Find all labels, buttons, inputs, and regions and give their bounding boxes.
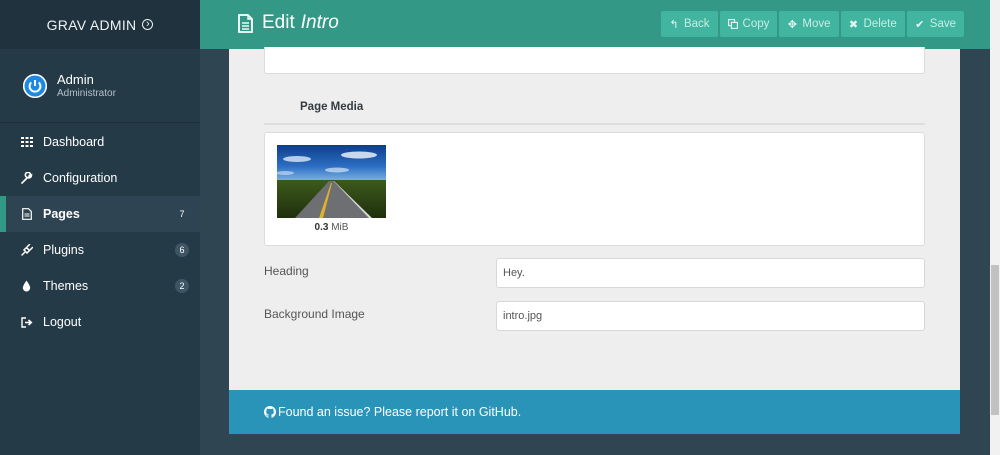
copy-label: Copy [742, 18, 770, 30]
footer: Found an issue? Please report it on GitH… [229, 390, 960, 434]
move-button[interactable]: ✥ Move [779, 11, 839, 37]
reply-icon: ↰ [669, 18, 679, 31]
sidebar-item-dashboard[interactable]: Dashboard [0, 124, 200, 160]
page-title: Edit Intro [238, 12, 339, 34]
sidebar-item-themes[interactable]: Themes 2 [0, 268, 200, 304]
media-file-size: 0.3 MiB [277, 222, 386, 233]
sidebar: GRAV ADMIN › Admin Administrator Dashboa… [0, 0, 200, 455]
title-prefix: Edit [262, 12, 295, 33]
toolbar: ↰ Back Copy ✥ Move ✖ Delete ✔ Save [660, 11, 964, 37]
save-button[interactable]: ✔ Save [906, 11, 964, 37]
background-image-label: Background Image [264, 307, 365, 321]
file-icon [20, 208, 33, 221]
sidebar-item-label: Logout [43, 315, 82, 329]
arrow-circle-icon: › [142, 19, 154, 30]
file-size-unit: MiB [331, 222, 349, 233]
sidebar-item-label: Configuration [43, 171, 118, 185]
power-avatar-icon [23, 73, 47, 98]
pages-count-badge: 7 [179, 209, 185, 219]
page-header: Edit Intro ↰ Back Copy ✥ Move ✖ Delete ✔… [200, 0, 1000, 49]
sign-out-icon [20, 316, 33, 329]
delete-button[interactable]: ✖ Delete [840, 11, 905, 37]
sidebar-item-pages[interactable]: Pages 7 [0, 196, 200, 232]
content-editor-bottom[interactable] [264, 47, 925, 74]
user-name: Admin [57, 71, 94, 87]
report-issue-link[interactable]: Found an issue? Please report it on GitH… [278, 405, 521, 419]
sidebar-item-configuration[interactable]: Configuration [0, 160, 200, 196]
grid-icon [20, 136, 33, 149]
file-text-icon [238, 13, 253, 33]
copy-icon [727, 19, 738, 29]
page-media-title: Page Media [300, 101, 364, 113]
file-size-value: 0.3 [314, 222, 329, 233]
copy-button[interactable]: Copy [719, 11, 778, 37]
save-label: Save [929, 18, 956, 30]
scrollbar-thumb[interactable] [991, 265, 999, 415]
media-dropzone[interactable]: 0.3 MiB [264, 132, 925, 246]
media-thumbnail[interactable] [277, 145, 386, 218]
sidebar-item-label: Pages [43, 207, 80, 221]
check-icon: ✔ [915, 18, 925, 31]
plug-icon [20, 244, 33, 257]
user-profile[interactable]: Admin Administrator [0, 49, 200, 123]
wrench-icon [20, 172, 33, 185]
arrows-icon: ✥ [787, 18, 798, 31]
user-role: Administrator [57, 87, 116, 99]
heading-input[interactable] [496, 258, 925, 288]
avatar [23, 73, 47, 98]
github-icon [264, 406, 276, 418]
road-image [277, 145, 386, 218]
sidebar-item-label: Plugins [43, 243, 84, 257]
tint-icon [20, 280, 33, 293]
delete-label: Delete [863, 18, 897, 30]
sidebar-nav: Dashboard Configuration Pages 7 Plugins … [0, 123, 200, 340]
divider [264, 123, 925, 125]
heading-label: Heading [264, 264, 309, 278]
themes-count-badge: 2 [175, 279, 189, 293]
move-label: Move [802, 18, 831, 30]
brand[interactable]: GRAV ADMIN › [0, 0, 200, 49]
sidebar-item-label: Dashboard [43, 135, 105, 149]
sidebar-item-plugins[interactable]: Plugins 6 [0, 232, 200, 268]
title-page-name: Intro [300, 12, 339, 33]
page-edit-form: Page Media 0.3 MiB Heading Hey. Backgrou… [229, 47, 960, 390]
brand-label: GRAV ADMIN [46, 16, 137, 33]
back-label: Back [683, 18, 710, 30]
plugins-count-badge: 6 [175, 243, 189, 257]
scrollbar[interactable] [990, 0, 1000, 455]
background-image-input[interactable] [496, 301, 925, 331]
close-icon: ✖ [848, 18, 859, 31]
back-button[interactable]: ↰ Back [660, 11, 718, 37]
sidebar-item-label: Themes [43, 279, 89, 293]
sidebar-item-logout[interactable]: Logout [0, 304, 200, 340]
